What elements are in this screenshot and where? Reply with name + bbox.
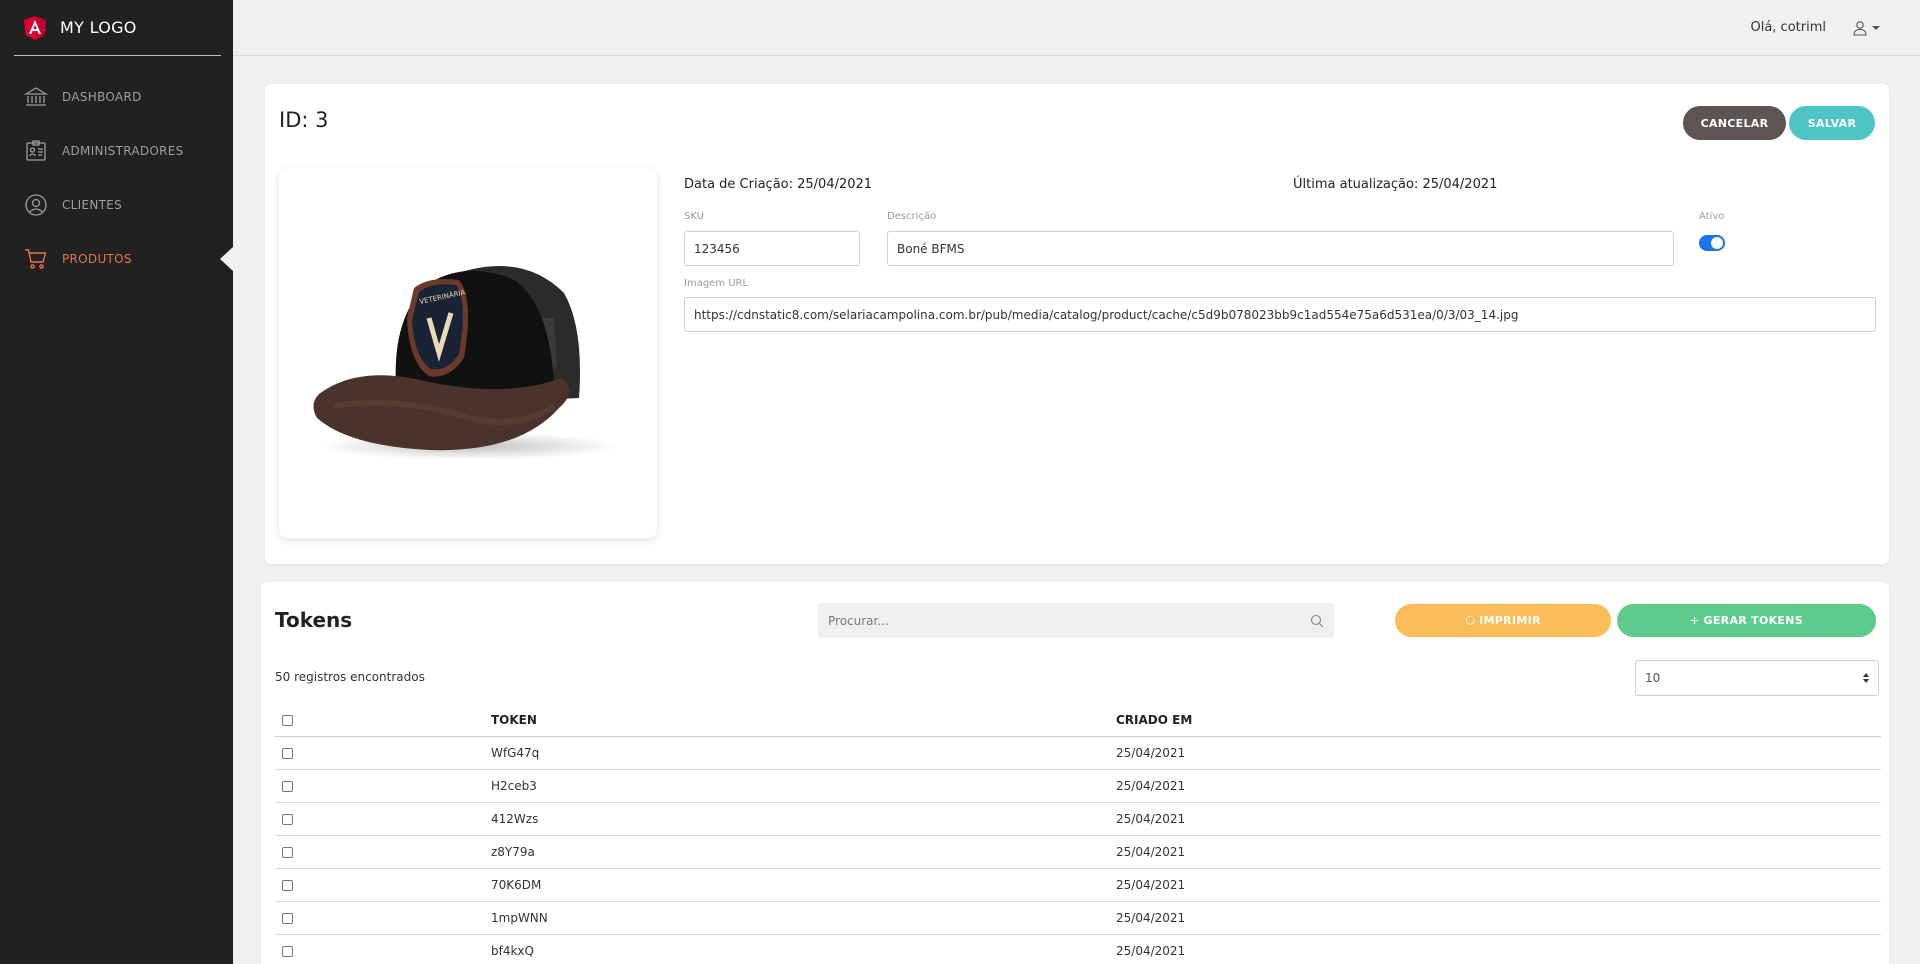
user-menu-dropdown[interactable] (1852, 20, 1880, 36)
sku-field[interactable]: 123456 (684, 231, 860, 266)
row-checkbox[interactable] (282, 945, 293, 957)
table-row: 412Wzs 25/04/2021 (275, 803, 1881, 836)
user-icon (1853, 20, 1867, 36)
search-input[interactable]: Procurar... (818, 603, 1334, 638)
greeting-text: Olá, cotriml (1750, 20, 1826, 35)
table-row: z8Y79a 25/04/2021 (275, 836, 1881, 869)
created-cell: 25/04/2021 (1116, 779, 1186, 793)
sidebar-item-dashboard[interactable]: DASHBOARD (0, 70, 233, 124)
product-image: VETERINÁRIA (279, 168, 657, 538)
token-cell: z8Y79a (491, 845, 535, 859)
cancel-button[interactable]: CANCELAR (1683, 106, 1786, 140)
table-row: H2ceb3 25/04/2021 (275, 770, 1881, 803)
table-row: 1mpWNN 25/04/2021 (275, 902, 1881, 935)
page-size-select[interactable]: 10 (1635, 660, 1879, 696)
sidebar-item-administradores[interactable]: ADMINISTRADORES (0, 124, 233, 178)
page-title: ID: 3 (279, 108, 329, 132)
sidebar-item-produtos[interactable]: PRODUTOS (0, 232, 233, 286)
created-cell: 25/04/2021 (1116, 878, 1186, 892)
row-checkbox[interactable] (282, 747, 293, 759)
active-label: Ativo (1699, 211, 1725, 222)
page-size-value: 10 (1645, 671, 1661, 685)
token-cell: H2ceb3 (491, 779, 537, 793)
angular-logo-icon (24, 15, 46, 40)
sidebar: MY LOGO DASHBOARD ADMINISTRADORES CLIENT… (0, 0, 233, 964)
token-cell: WfG47q (491, 746, 540, 760)
table-row: 70K6DM 25/04/2021 (275, 869, 1881, 902)
bank-icon (24, 87, 48, 106)
row-checkbox[interactable] (282, 780, 293, 792)
created-date: Data de Criação: 25/04/2021 (684, 177, 873, 192)
save-button[interactable]: SALVAR (1789, 106, 1875, 140)
product-card: ID: 3 CANCELAR SALVAR VETERINÁRIA Data d… (265, 84, 1889, 564)
token-cell: bf4kxQ (491, 944, 534, 958)
created-cell: 25/04/2021 (1116, 845, 1186, 859)
token-cell: 412Wzs (491, 812, 539, 826)
created-cell: 25/04/2021 (1116, 746, 1186, 760)
created-cell: 25/04/2021 (1116, 812, 1186, 826)
cap-image: VETERINÁRIA (313, 266, 619, 460)
column-header-created: CRIADO EM (1116, 713, 1193, 727)
created-cell: 25/04/2021 (1116, 944, 1186, 958)
topbar: Olá, cotriml (233, 0, 1920, 56)
tokens-card: Tokens Procurar... ⬡ IMPRIMIR + GERAR TO… (261, 582, 1889, 964)
image-url-label: Imagem URL (684, 278, 749, 289)
description-field[interactable]: Boné BFMS (887, 231, 1674, 266)
table-row: WfG47q 25/04/2021 (275, 737, 1881, 770)
search-icon (1310, 614, 1324, 627)
search-placeholder: Procurar... (828, 613, 889, 628)
column-header-token: TOKEN (491, 713, 537, 727)
print-button[interactable]: ⬡ IMPRIMIR (1395, 604, 1611, 637)
table-header: TOKEN CRIADO EM (275, 704, 1881, 737)
select-all-checkbox[interactable] (282, 714, 293, 726)
row-checkbox[interactable] (282, 846, 293, 858)
logo[interactable]: MY LOGO (14, 0, 221, 56)
row-checkbox[interactable] (282, 912, 293, 924)
description-label: Descrição (887, 211, 937, 222)
token-cell: 1mpWNN (491, 911, 548, 925)
sidebar-item-label: ADMINISTRADORES (62, 144, 184, 158)
tokens-table: TOKEN CRIADO EM WfG47q 25/04/2021 H2ceb3… (275, 704, 1881, 964)
id-card-icon (26, 140, 46, 161)
plus-icon: + (1690, 614, 1700, 627)
sidebar-item-clientes[interactable]: CLIENTES (0, 178, 233, 232)
active-toggle[interactable] (1699, 235, 1725, 251)
sidebar-nav: DASHBOARD ADMINISTRADORES CLIENTES PRODU… (0, 70, 233, 286)
sidebar-item-label: PRODUTOS (62, 252, 132, 266)
generate-label: GERAR TOKENS (1703, 614, 1803, 627)
image-url-field[interactable]: https://cdnstatic8.com/selariacampolina.… (684, 297, 1876, 332)
table-row: bf4kxQ 25/04/2021 (275, 935, 1881, 964)
created-cell: 25/04/2021 (1116, 911, 1186, 925)
tokens-title: Tokens (275, 608, 353, 632)
token-cell: 70K6DM (491, 878, 542, 892)
sidebar-item-label: DASHBOARD (62, 90, 142, 104)
print-label: IMPRIMIR (1479, 614, 1541, 627)
row-checkbox[interactable] (282, 879, 293, 891)
tag-icon: ⬡ (1465, 614, 1476, 627)
records-count: 50 registros encontrados (275, 670, 425, 684)
updated-date: Última atualização: 25/04/2021 (1293, 177, 1498, 192)
logo-text: MY LOGO (60, 18, 137, 37)
cart-icon (25, 249, 47, 269)
sku-label: SKU (684, 211, 704, 222)
user-circle-icon (25, 194, 47, 216)
sidebar-item-label: CLIENTES (62, 198, 123, 212)
chevron-down-icon (1872, 25, 1880, 30)
generate-tokens-button[interactable]: + GERAR TOKENS (1617, 604, 1876, 637)
row-checkbox[interactable] (282, 813, 293, 825)
select-arrows-icon (1863, 673, 1869, 683)
